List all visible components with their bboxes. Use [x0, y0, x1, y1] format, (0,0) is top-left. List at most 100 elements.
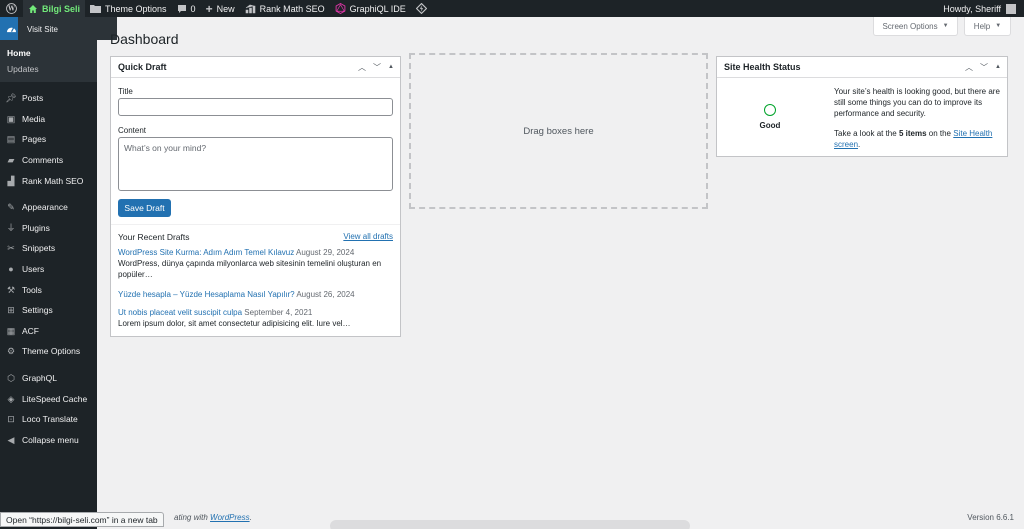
wordpress-link[interactable]: WordPress — [210, 513, 250, 522]
sidebar-item-label: Pages — [22, 134, 47, 145]
health-status-label: Good — [759, 121, 781, 130]
title-input[interactable] — [118, 98, 393, 116]
sidebar-item-collapse-menu[interactable]: ◀ Collapse menu — [0, 430, 97, 451]
move-up-icon[interactable]: ︿ — [358, 62, 366, 73]
draft-date: August 26, 2024 — [296, 290, 355, 299]
sidebar-item-acf[interactable]: ▦ ACF — [0, 321, 97, 342]
site-name-label: Bilgi Seli — [42, 3, 81, 14]
plus-icon: + — [205, 1, 213, 16]
save-draft-button[interactable]: Save Draft — [118, 199, 171, 217]
sidebar-item-label: Rank Math SEO — [22, 175, 84, 186]
footer-text-suffix: . — [249, 513, 252, 522]
quick-draft-widget: Quick Draft ︿ ﹀ ▲ Title Content What’s o… — [110, 56, 401, 337]
draft-excerpt: Lorem ipsum dolor, sit amet consectetur … — [118, 319, 351, 328]
sidebar-item-label: Posts — [22, 93, 44, 104]
health-status-ring-icon — [764, 104, 776, 116]
recent-drafts-title: Your Recent Drafts — [118, 232, 190, 242]
view-all-drafts-link[interactable]: View all drafts — [343, 232, 393, 241]
litespeed-icon: ◈ — [7, 393, 15, 404]
draft-title-link[interactable]: Yüzde hesapla – Yüzde Hesaplama Nasıl Ya… — [118, 290, 295, 299]
sidebar-item-settings[interactable]: ⊞ Settings — [0, 300, 97, 321]
new-content-menu[interactable]: + New — [201, 0, 240, 17]
sidebar-item-label: Comments — [22, 155, 64, 166]
sidebar-item-rank-math[interactable]: ▟ Rank Math SEO — [0, 170, 97, 191]
sidebar-item-label: Users — [22, 264, 45, 275]
sidebar-item-litespeed[interactable]: ◈ LiteSpeed Cache — [0, 388, 97, 409]
health-items-suffix: . — [858, 140, 861, 149]
sidebar-item-posts[interactable]: 📌︎ Posts — [0, 88, 97, 109]
sidebar-item-graphql[interactable]: ⬡ GraphQL — [0, 368, 97, 389]
sidebar-item-label: GraphQL — [22, 373, 57, 384]
title-label: Title — [118, 87, 133, 96]
sidebar-item-label: ACF — [22, 325, 39, 336]
site-health-header: Site Health Status ︿ ﹀ ▲ — [717, 57, 1007, 78]
rank-math-label: Rank Math SEO — [259, 3, 325, 14]
divider — [111, 224, 400, 225]
pin-icon: 📌︎ — [5, 93, 17, 104]
theme-options-menu[interactable]: Theme Options — [85, 0, 172, 17]
sidebar-item-plugins[interactable]: ⏚ Plugins — [0, 218, 97, 239]
drag-boxes-text: Drag boxes here — [523, 125, 594, 137]
comments-menu[interactable]: 0 — [172, 0, 201, 17]
comments-count: 0 — [190, 3, 196, 14]
sidebar-item-comments[interactable]: ▰ Comments — [0, 150, 97, 171]
version-label: Version 6.6.1 — [967, 513, 1014, 522]
theme-options-label: Theme Options — [105, 3, 167, 14]
folder-icon — [90, 5, 102, 13]
sidebar-item-snippets[interactable]: ✂ Snippets — [0, 238, 97, 259]
site-name-menu[interactable]: Bilgi Seli — [23, 0, 86, 17]
site-health-widget: Site Health Status ︿ ﹀ ▲ Good Your site’… — [716, 56, 1008, 157]
svg-text:W: W — [7, 6, 15, 13]
sidebar-subitem-updates[interactable]: Updates — [0, 61, 97, 77]
sidebar-item-theme-options[interactable]: ⚙ Theme Options — [0, 341, 97, 362]
sidebar-item-label: Settings — [22, 305, 53, 316]
sidebar-item-users[interactable]: ● Users — [0, 259, 97, 280]
graphiql-menu[interactable]: GraphiQL IDE — [330, 0, 411, 17]
account-menu[interactable]: Howdy, Sheriff — [938, 0, 1024, 17]
caret-down-icon: ▼ — [995, 23, 1002, 29]
toggle-panel-icon[interactable]: ▲ — [995, 64, 1001, 70]
move-down-icon[interactable]: ﹀ — [980, 62, 988, 73]
sidebar-item-pages[interactable]: ▤ Pages — [0, 129, 97, 150]
sidebar-subitem-home[interactable]: Home — [0, 45, 97, 61]
help-label: Help — [973, 21, 991, 31]
screen-options-button[interactable]: Screen Options ▼ — [873, 17, 958, 36]
sidebar-item-loco-translate[interactable]: ⊡ Loco Translate — [0, 409, 97, 430]
site-health-title: Site Health Status — [724, 62, 801, 72]
brush-icon: ✎ — [7, 202, 15, 213]
graphiql-label: GraphiQL IDE — [349, 3, 406, 14]
home-icon — [29, 4, 37, 13]
wordpress-logo-icon[interactable]: W — [0, 0, 23, 17]
pages-icon: ▤ — [6, 134, 16, 145]
move-down-icon[interactable]: ﹀ — [373, 62, 381, 73]
sidebar-item-label: Theme Options — [22, 346, 81, 357]
rank-math-icon: ▟ — [7, 175, 15, 186]
health-items-mid: on the — [928, 129, 952, 138]
rank-math-menu[interactable]: Rank Math SEO — [240, 0, 330, 17]
content-textarea[interactable]: What’s on your mind? — [118, 137, 393, 191]
snippets-icon: ✂ — [7, 243, 15, 254]
draft-item: WordPress Site Kurma: Adım Adım Temel Kı… — [118, 247, 396, 280]
media-icon: ▣ — [6, 113, 16, 124]
litespeed-bar-icon[interactable] — [411, 0, 432, 17]
footer-text: ating with — [174, 513, 208, 522]
empty-dropzone[interactable]: Drag boxes here — [409, 53, 708, 209]
scroll-shadow — [330, 520, 690, 529]
quick-draft-header: Quick Draft ︿ ﹀ ▲ — [111, 57, 400, 78]
sidebar-item-tools[interactable]: ⚒ Tools — [0, 279, 97, 300]
draft-title-link[interactable]: WordPress Site Kurma: Adım Adım Temel Kı… — [118, 248, 294, 257]
sidebar-item-media[interactable]: ▣ Media — [0, 109, 97, 130]
dashboard-icon — [7, 27, 16, 33]
toggle-panel-icon[interactable]: ▲ — [388, 64, 394, 70]
sidebar-item-label: Snippets — [22, 243, 56, 254]
visit-site-link[interactable]: Visit Site — [27, 25, 58, 34]
health-items-count: 5 items — [898, 129, 927, 138]
avatar — [1006, 3, 1016, 14]
move-up-icon[interactable]: ︿ — [965, 62, 973, 73]
sidebar-item-appearance[interactable]: ✎ Appearance — [0, 197, 97, 218]
sidebar-item-label: LiteSpeed Cache — [22, 393, 88, 404]
comment-icon — [177, 4, 186, 13]
draft-title-link[interactable]: Ut nobis placeat velit suscipit culpa — [118, 308, 242, 317]
help-button[interactable]: Help ▼ — [964, 17, 1011, 36]
translate-icon: ⊡ — [7, 414, 15, 425]
